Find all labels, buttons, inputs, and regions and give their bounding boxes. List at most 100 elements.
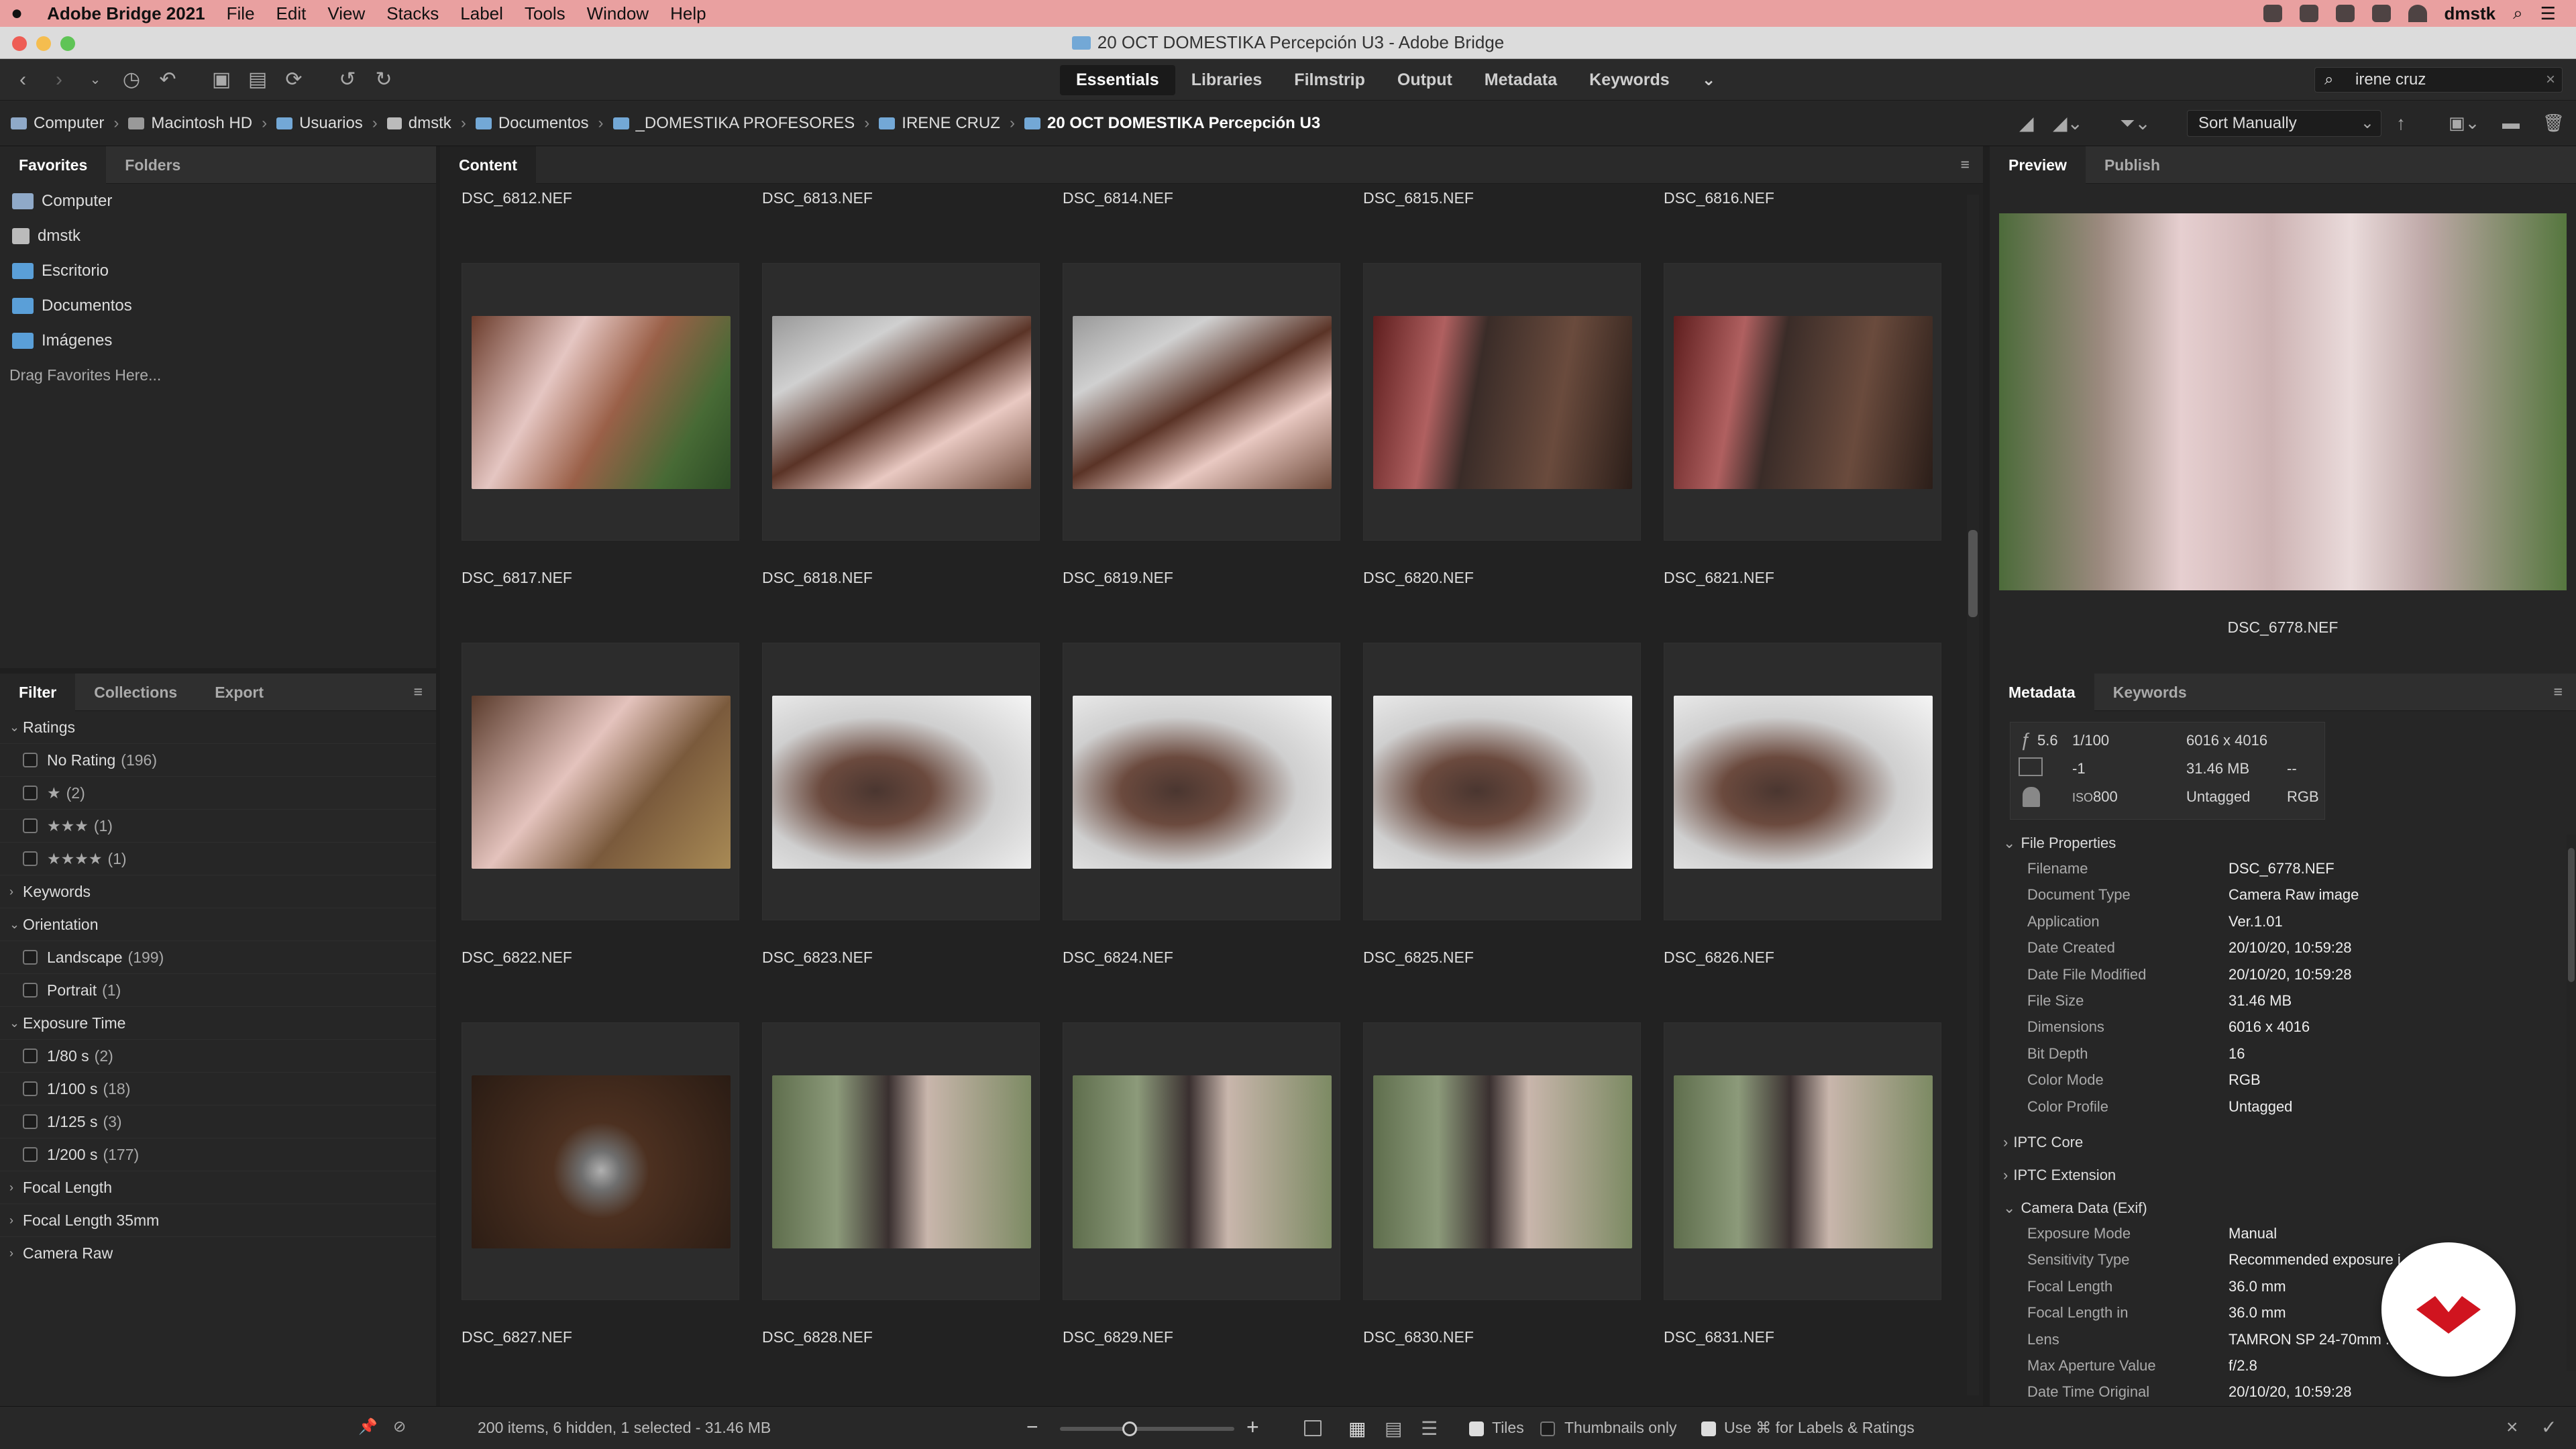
filter-exposure-1-100[interactable]: 1/100 s (18) xyxy=(0,1073,436,1106)
chevron-down-icon[interactable]: ⌄ xyxy=(82,66,109,93)
thumbnail-cell[interactable] xyxy=(462,643,739,920)
iptc-extension-header[interactable]: › IPTC Extension xyxy=(2003,1167,2116,1184)
menubar-user[interactable]: dmstk xyxy=(2445,3,2496,24)
thumbnail-cell[interactable] xyxy=(1363,643,1641,920)
thumbnail-label[interactable]: DSC_6818.NEF xyxy=(762,569,873,587)
zoom-window-icon[interactable] xyxy=(60,36,75,51)
metadata-value[interactable]: 31.46 MB xyxy=(2229,992,2292,1010)
metadata-value[interactable]: 36.0 mm xyxy=(2229,1304,2286,1322)
status-icon-4[interactable] xyxy=(2371,5,2391,22)
filter-orientation-header[interactable]: ⌄ Orientation xyxy=(0,908,436,941)
status-icon-3[interactable] xyxy=(2335,5,2355,22)
sync-icon[interactable]: ⟳ xyxy=(280,66,307,93)
forward-icon[interactable]: › xyxy=(46,66,72,93)
view-grid-icon[interactable]: ▦ xyxy=(1348,1417,1366,1440)
thumbnail-cell[interactable] xyxy=(762,263,1040,541)
metadata-value[interactable]: 6016 x 4016 xyxy=(2229,1018,2310,1036)
content-scrollbar[interactable] xyxy=(1967,195,1979,1395)
panel-menu-icon[interactable]: ≡ xyxy=(2554,683,2563,701)
tab-folders[interactable]: Folders xyxy=(106,146,199,184)
rotate-left-icon[interactable]: ↺ xyxy=(334,66,361,93)
crumb-dmstk[interactable]: dmstk › xyxy=(386,114,476,133)
clear-search-icon[interactable]: × xyxy=(2546,68,2555,92)
control-center-icon[interactable]: ☰ xyxy=(2540,3,2556,24)
thumbnail-image[interactable] xyxy=(1073,1075,1332,1248)
panel-menu-icon[interactable]: ≡ xyxy=(414,683,423,701)
camera-import-icon[interactable]: ▣ xyxy=(208,66,235,93)
filter-icon[interactable]: ⏷⌄ xyxy=(2120,112,2151,135)
no-icon[interactable]: ⊘ xyxy=(393,1417,406,1436)
checkbox[interactable] xyxy=(23,1114,38,1129)
crumb-documentos[interactable]: Documentos › xyxy=(475,114,613,133)
tab-preview[interactable]: Preview xyxy=(1990,146,2086,184)
trash-icon[interactable]: 🗑 xyxy=(2542,113,2565,133)
grid-lock-icon[interactable] xyxy=(1304,1420,1322,1436)
thumbnail-cell[interactable] xyxy=(1664,1022,1941,1300)
filter-exposure-1-200[interactable]: 1/200 s (177) xyxy=(0,1138,436,1171)
metadata-value[interactable]: Manual xyxy=(2229,1225,2277,1242)
crumb-usuarios[interactable]: Usuarios › xyxy=(276,114,387,133)
close-window-icon[interactable] xyxy=(12,36,27,51)
new-folder-icon[interactable]: ▬ xyxy=(2502,113,2520,133)
thumbnail-label[interactable]: DSC_6827.NEF xyxy=(462,1328,572,1346)
recent-icon[interactable]: ◷ xyxy=(118,66,145,93)
thumbnail-label[interactable]: DSC_6821.NEF xyxy=(1664,569,1774,587)
camera-data-header[interactable]: ⌄ Camera Data (Exif) xyxy=(2003,1199,2147,1217)
checkbox[interactable] xyxy=(23,753,38,767)
thumbnail-image[interactable] xyxy=(1073,316,1332,489)
crumb-irene-cruz[interactable]: IRENE CRUZ › xyxy=(879,114,1024,133)
metadata-value[interactable]: Camera Raw image xyxy=(2229,886,2359,904)
filter-four-star[interactable]: ★★★★ (1) xyxy=(0,843,436,875)
filter-exposure-1-80[interactable]: 1/80 s (2) xyxy=(0,1040,436,1073)
tiles-checkbox[interactable] xyxy=(1469,1421,1484,1436)
iptc-core-header[interactable]: › IPTC Core xyxy=(2003,1134,2083,1151)
tab-collections[interactable]: Collections xyxy=(75,674,196,711)
tab-filter[interactable]: Filter xyxy=(0,673,76,711)
thumbnail-cell[interactable] xyxy=(1363,263,1641,541)
app-menu[interactable]: Adobe Bridge 2021 xyxy=(34,3,216,24)
panel-menu-icon[interactable]: ≡ xyxy=(1961,156,1970,174)
sort-direction-icon[interactable]: ↑ xyxy=(2396,113,2406,134)
menu-label[interactable]: Label xyxy=(449,3,514,24)
thumbnails-only-checkbox[interactable] xyxy=(1540,1421,1555,1436)
metadata-value[interactable]: RGB xyxy=(2229,1071,2261,1089)
view-details-icon[interactable]: ▤ xyxy=(1385,1417,1402,1440)
metadata-value[interactable]: 20/10/20, 10:59:28 xyxy=(2229,1383,2352,1401)
checkbox[interactable] xyxy=(23,1147,38,1162)
workspace-filmstrip[interactable]: Filmstrip xyxy=(1278,65,1381,95)
status-icon-1[interactable] xyxy=(2263,5,2282,22)
menu-view[interactable]: View xyxy=(317,3,376,24)
filter-no-rating[interactable]: No Rating (196) xyxy=(0,744,436,777)
favorite-dmstk[interactable]: dmstk xyxy=(0,219,436,254)
thumbnail-image[interactable] xyxy=(772,1075,1031,1248)
thumbnail-image[interactable] xyxy=(1073,696,1332,869)
metadata-value[interactable]: DSC_6778.NEF xyxy=(2229,860,2334,877)
thumbnail-label[interactable]: DSC_6831.NEF xyxy=(1664,1328,1774,1346)
thumbnail-cell[interactable] xyxy=(1063,263,1340,541)
menu-help[interactable]: Help xyxy=(659,3,716,24)
thumbnail-label[interactable]: DSC_6815.NEF xyxy=(1363,189,1474,207)
thumbnail-label[interactable]: DSC_6825.NEF xyxy=(1363,949,1474,967)
rotate-right-icon[interactable]: ↻ xyxy=(370,66,397,93)
thumbnail-image[interactable] xyxy=(472,696,731,869)
filter-focal-35-header[interactable]: › Focal Length 35mm xyxy=(0,1204,436,1237)
cancel-icon[interactable]: × xyxy=(2506,1416,2518,1439)
checkbox[interactable] xyxy=(23,818,38,833)
thumbnail-image[interactable] xyxy=(1373,1075,1632,1248)
metadata-value[interactable]: f/2.8 xyxy=(2229,1357,2257,1375)
preview-image[interactable] xyxy=(1999,213,2567,590)
thumbnail-label[interactable]: DSC_6826.NEF xyxy=(1664,949,1774,967)
filter-landscape[interactable]: Landscape (199) xyxy=(0,941,436,974)
filter-focal-length-header[interactable]: › Focal Length xyxy=(0,1171,436,1204)
quality-icon[interactable]: ◢ xyxy=(2019,112,2034,134)
checkbox[interactable] xyxy=(23,786,38,800)
zoom-in-icon[interactable]: + xyxy=(1246,1415,1259,1440)
filter-three-star[interactable]: ★★★ (1) xyxy=(0,810,436,843)
thumbnail-image[interactable] xyxy=(472,316,731,489)
tab-keywords[interactable]: Keywords xyxy=(2094,674,2206,711)
favorite-escritorio[interactable]: Escritorio xyxy=(0,254,436,288)
tab-content[interactable]: Content xyxy=(440,146,536,184)
search-input[interactable]: ⌕ irene cruz × xyxy=(2314,67,2563,93)
tab-export[interactable]: Export xyxy=(196,674,282,711)
metadata-value[interactable]: 16 xyxy=(2229,1045,2245,1063)
